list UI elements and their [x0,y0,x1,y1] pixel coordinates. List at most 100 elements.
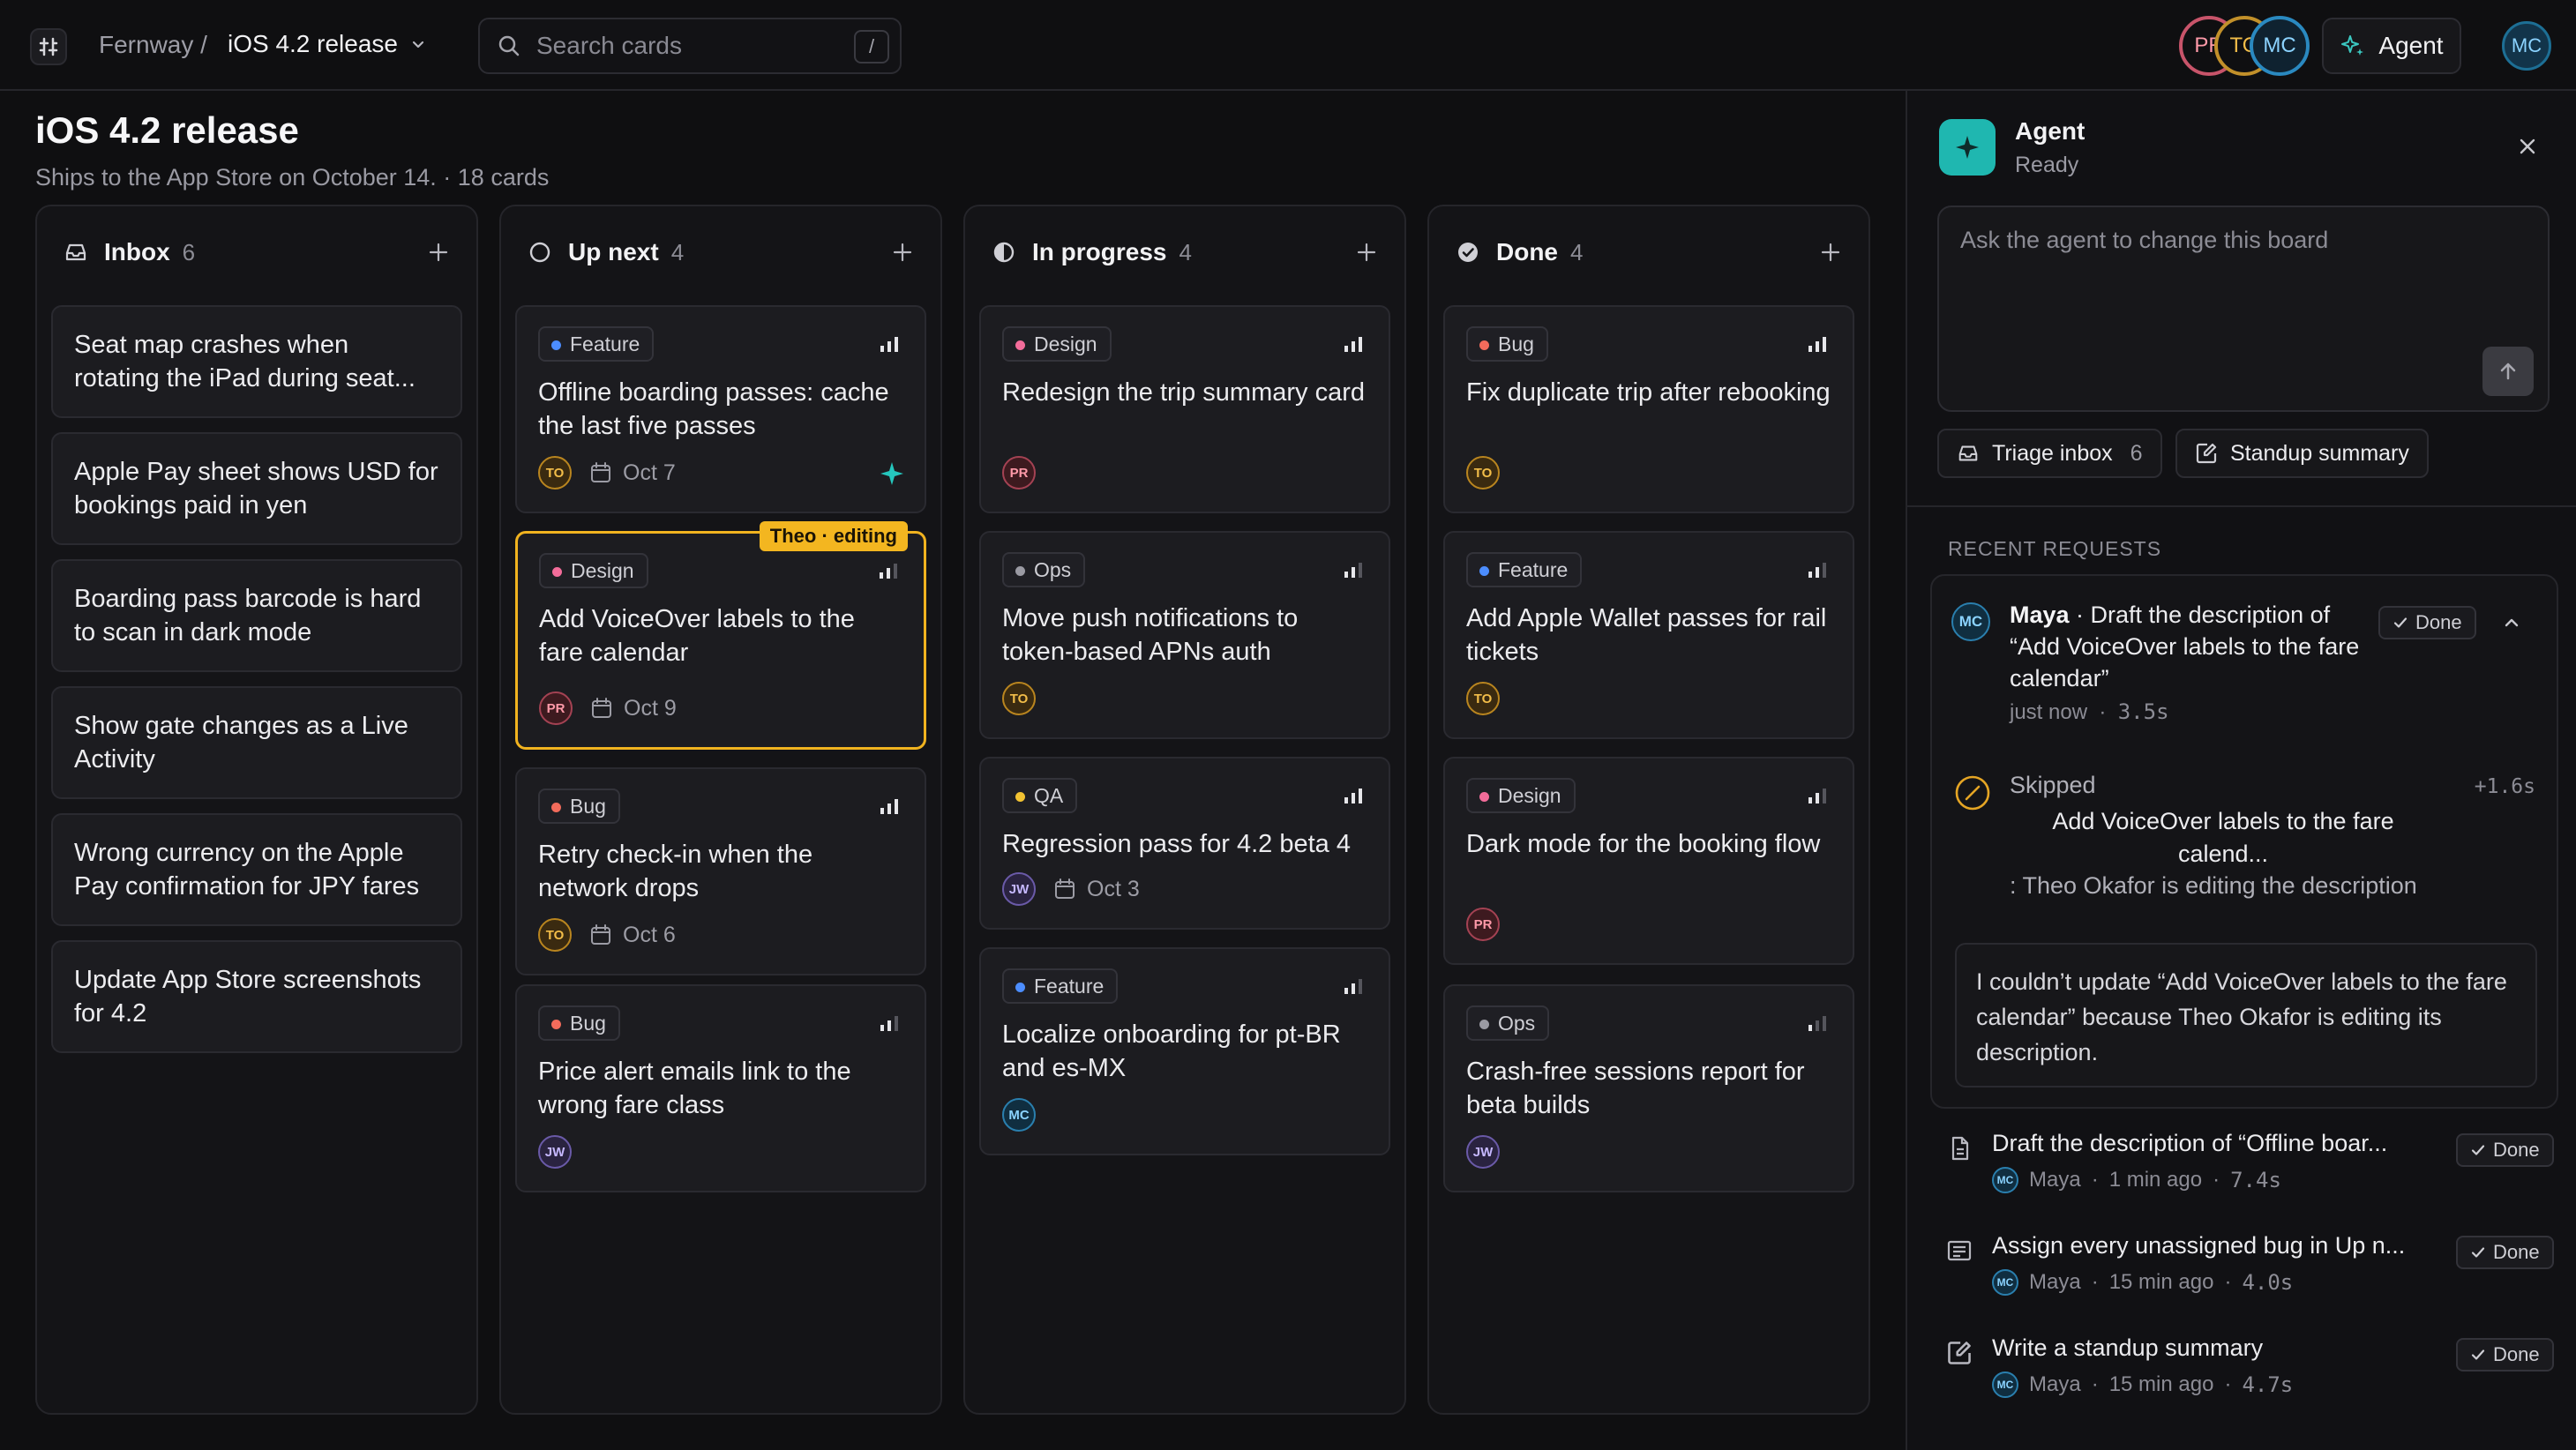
card-meta: JW Oct 3 [1002,871,1140,907]
priority-high-icon[interactable] [879,335,900,353]
card[interactable]: Wrong currency on the Apple Pay confirma… [51,813,462,926]
card-being-edited[interactable]: Theo · editing Design Add VoiceOver labe… [515,521,926,750]
card[interactable]: Update App Store screenshots for 4.2 [51,940,462,1053]
project-switcher[interactable]: iOS 4.2 release [228,30,426,58]
card-tag: Design [1466,778,1576,813]
column-header: Up next 4 [528,235,914,270]
close-icon[interactable] [2518,137,2537,156]
request-history-item[interactable]: Draft the description of “Offline boar..… [1946,1130,2560,1209]
card[interactable]: Boarding pass barcode is hard to scan in… [51,559,462,672]
agent-sparkle-icon [880,462,903,485]
card[interactable]: QA Regression pass for 4.2 beta 4 JW Oct… [979,757,1390,930]
priority-high-icon[interactable] [879,797,900,815]
agent-button[interactable]: Agent [2322,18,2461,74]
status-badge: Done [2456,1236,2554,1269]
search-shortcut-badge: / [854,30,889,64]
assignee-avatar[interactable]: PR [1466,908,1500,941]
request-detail-card: MC Maya · Draft the description of “Add … [1930,574,2558,1109]
priority-high-icon[interactable] [1343,335,1364,353]
tag-dot [552,567,562,577]
card[interactable]: Design Dark mode for the booking flow PR [1443,757,1854,965]
card-title: Add VoiceOver labels to the fare calenda… [539,605,855,667]
priority-medium-icon[interactable] [879,1014,900,1032]
assignee-avatar[interactable]: JW [1002,872,1036,906]
card[interactable]: Feature Add Apple Wallet passes for rail… [1443,531,1854,739]
page-title: iOS 4.2 release [35,109,299,151]
priority-medium-icon[interactable] [1807,561,1828,579]
step-label: Skipped [2010,772,2096,798]
request-history-item[interactable]: Write a standup summary MC Maya · 15 min a… [1946,1334,2560,1414]
assignee-avatar[interactable]: TO [538,456,572,490]
card-title: Localize onboarding for pt-BR and es-MX [1002,1020,1341,1082]
priority-medium-icon[interactable] [1343,561,1364,579]
app-logo-icon[interactable] [30,28,67,65]
card-title: Price alert emails link to the wrong far… [538,1058,851,1119]
send-button[interactable] [2482,347,2534,396]
card-meta: JW [538,1134,572,1170]
card[interactable]: Bug Retry check-in when the network drop… [515,767,926,975]
card[interactable]: Feature Offline boarding passes: cache t… [515,305,926,513]
requester-avatar: MC [1951,602,1990,641]
add-card-icon[interactable] [427,241,450,264]
history-meta: MC Maya · 15 min ago · 4.7s [1992,1372,2293,1398]
user-avatar[interactable]: MC [2502,21,2551,71]
card-title: Move push notifications to token-based A… [1002,604,1299,666]
card[interactable]: Feature Localize onboarding for pt-BR an… [979,947,1390,1155]
add-card-icon[interactable] [891,241,914,264]
card-meta: PR Oct 9 [539,691,677,726]
priority-high-icon[interactable] [1807,335,1828,353]
agent-prompt-input[interactable] [1960,227,2454,333]
assignee-avatar[interactable]: TO [1466,456,1500,490]
request-history-item[interactable]: Assign every unassigned bug in Up n... M… [1946,1232,2560,1312]
card-title: Wrong currency on the Apple Pay confirma… [74,839,420,901]
tag-dot [1479,566,1489,576]
step-reason: : Theo Okafor is editing the description [2010,872,2417,899]
agent-button-label: Agent [2378,32,2444,59]
calendar-icon [1055,878,1075,899]
search-box[interactable]: / [478,18,902,74]
card-title: Offline boarding passes: cache the last … [538,378,889,440]
priority-high-icon[interactable] [1343,787,1364,804]
card[interactable]: Bug Price alert emails link to the wrong… [515,984,926,1192]
card[interactable]: Ops Crash-free sessions report for beta … [1443,984,1854,1192]
due-date: Oct 6 [589,923,676,948]
add-card-icon[interactable] [1355,241,1378,264]
add-card-icon[interactable] [1819,241,1842,264]
assignee-avatar[interactable]: PR [539,691,573,725]
breadcrumb-workspace[interactable]: Fernway / [99,31,207,59]
card[interactable]: Seat map crashes when rotating the iPad … [51,305,462,418]
card[interactable]: Bug Fix duplicate trip after rebooking T… [1443,305,1854,513]
search-input[interactable] [536,32,827,60]
recent-requests-label: RECENT REQUESTS [1948,537,2162,560]
card[interactable]: Apple Pay sheet shows USD for bookings p… [51,432,462,545]
card-meta: JW [1466,1134,1500,1170]
card[interactable]: Show gate changes as a Live Activity [51,686,462,799]
priority-medium-icon[interactable] [1343,977,1364,995]
assignee-avatar[interactable]: PR [1002,456,1036,490]
assignee-avatar[interactable]: MC [1002,1098,1036,1132]
assignee-avatar[interactable]: TO [538,918,572,952]
presence-avatar-mc[interactable]: MC [2250,16,2310,76]
triage-inbox-button[interactable]: Triage inbox 6 [1937,429,2162,478]
priority-medium-icon[interactable] [1807,787,1828,804]
column-up-next: Up next 4 Feature Offline boarding passe… [499,205,942,1415]
check-icon [2471,1349,2485,1360]
assignee-avatar[interactable]: JW [538,1135,572,1169]
assignee-avatar[interactable]: TO [1002,682,1036,715]
priority-medium-icon[interactable] [878,562,899,579]
agent-prompt-box [1937,206,2550,412]
assignee-avatar[interactable]: TO [1466,682,1500,715]
card[interactable]: Design Redesign the trip summary card PR [979,305,1390,513]
step-time: +1.6s [2474,775,2535,798]
project-name: iOS 4.2 release [228,30,398,57]
agent-name: Agent [2015,117,2086,145]
assignee-avatar[interactable]: JW [1466,1135,1500,1169]
column-title: Done [1496,238,1558,265]
card-title: Fix duplicate trip after rebooking [1466,378,1831,407]
chevron-up-icon[interactable] [2502,613,2521,632]
tag-dot [1015,566,1025,576]
priority-low-icon[interactable] [1807,1014,1828,1032]
card[interactable]: Ops Move push notifications to token-bas… [979,531,1390,739]
status-badge: Done [2456,1338,2554,1372]
standup-summary-button[interactable]: Standup summary [2175,429,2429,478]
